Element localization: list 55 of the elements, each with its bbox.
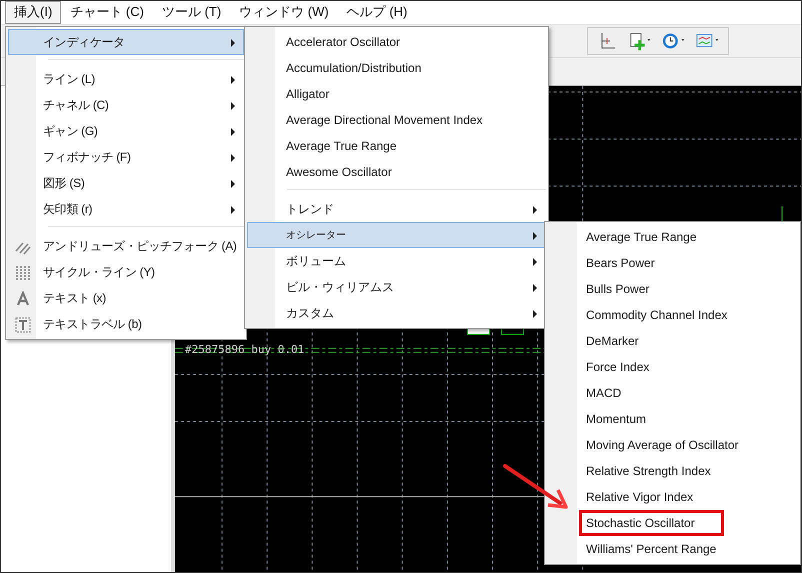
menu-bar-item[interactable]: ツール (T): [152, 1, 230, 24]
submenu-arrow-icon: [231, 180, 235, 188]
menu-item[interactable]: トレンド: [247, 196, 546, 222]
menu-item[interactable]: ギャン (G): [8, 118, 244, 144]
text-label-icon: [15, 317, 31, 333]
letter-icon: [15, 291, 31, 307]
menu-item[interactable]: Relative Strength Index: [547, 458, 798, 484]
submenu-arrow-icon: [231, 39, 235, 47]
menu-item[interactable]: Accelerator Oscillator: [247, 29, 546, 55]
menu-item[interactable]: DeMarker: [547, 328, 798, 354]
menu-item[interactable]: Average True Range: [247, 133, 546, 159]
menu-item[interactable]: Average True Range: [547, 224, 798, 250]
menu-item[interactable]: Momentum: [547, 406, 798, 432]
submenu-arrow-icon: [231, 206, 235, 214]
menu-item[interactable]: Average Directional Movement Index: [247, 107, 546, 133]
menu-item[interactable]: カスタム: [247, 300, 546, 326]
menu-item[interactable]: オシレーター: [247, 222, 546, 248]
menu-item[interactable]: Alligator: [247, 81, 546, 107]
menu-item[interactable]: Bears Power: [547, 250, 798, 276]
menu-item[interactable]: Awesome Oscillator: [247, 159, 546, 185]
menu-item[interactable]: Williams' Percent Range: [547, 536, 798, 562]
menu-item[interactable]: テキスト (x): [8, 285, 244, 311]
menu-item[interactable]: Commodity Channel Index: [547, 302, 798, 328]
menu-bar-item[interactable]: 挿入(I): [5, 1, 62, 24]
menu-item[interactable]: Accumulation/Distribution: [247, 55, 546, 81]
submenu-arrow-icon: [231, 102, 235, 110]
menu-item[interactable]: Stochastic Oscillator: [547, 510, 798, 536]
menu-item[interactable]: テキストラベル (b): [8, 311, 244, 337]
submenu-arrow-icon: [533, 310, 537, 318]
menu-item[interactable]: MACD: [547, 380, 798, 406]
submenu-arrow-icon: [533, 232, 537, 240]
menu-bar-item[interactable]: ウィンドウ (W): [230, 1, 338, 24]
menu-item[interactable]: 矢印類 (r): [8, 196, 244, 222]
menu-item[interactable]: ビル・ウィリアムス: [247, 274, 546, 300]
menu-item[interactable]: フィボナッチ (F): [8, 144, 244, 170]
menu-item[interactable]: Moving Average of Oscillator: [547, 432, 798, 458]
menu-bar-item[interactable]: ヘルプ (H): [338, 1, 416, 24]
menu-item[interactable]: Force Index: [547, 354, 798, 380]
vertical-lines-icon: [15, 265, 31, 281]
submenu-arrow-icon: [533, 258, 537, 266]
menu-item[interactable]: インディケータ: [8, 29, 244, 55]
menu-item[interactable]: ボリューム: [247, 248, 546, 274]
submenu-arrow-icon: [533, 206, 537, 214]
menu-bar-item[interactable]: チャート (C): [61, 1, 153, 24]
menu-item[interactable]: 図形 (S): [8, 170, 244, 196]
submenu-arrow-icon: [533, 284, 537, 292]
menu-item[interactable]: ライン (L): [8, 66, 244, 92]
submenu-arrow-icon: [231, 154, 235, 162]
submenu-arrow-icon: [231, 76, 235, 84]
menu-item[interactable]: アンドリューズ・ピッチフォーク (A): [8, 233, 244, 259]
submenu-arrow-icon: [231, 128, 235, 136]
menu-item[interactable]: チャネル (C): [8, 92, 244, 118]
menu-item[interactable]: Relative Vigor Index: [547, 484, 798, 510]
menu-item[interactable]: Bulls Power: [547, 276, 798, 302]
menu-item[interactable]: サイクル・ライン (Y): [8, 259, 244, 285]
